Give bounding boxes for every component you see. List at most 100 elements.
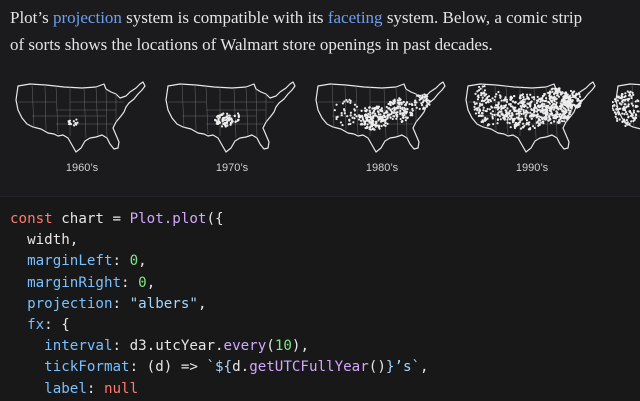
store-dot bbox=[379, 108, 382, 111]
store-dot bbox=[562, 100, 565, 103]
store-dot bbox=[481, 96, 484, 99]
store-dot bbox=[616, 111, 619, 114]
store-dot bbox=[491, 115, 494, 119]
store-dot bbox=[614, 115, 617, 118]
store-dot bbox=[569, 89, 573, 93]
store-dot bbox=[566, 102, 569, 105]
store-dot bbox=[545, 117, 548, 120]
store-dot bbox=[234, 120, 237, 123]
store-dot bbox=[404, 119, 407, 122]
store-dot bbox=[564, 103, 568, 107]
code-block[interactable]: const chart = Plot.plot({ width, marginL… bbox=[0, 196, 640, 401]
store-dot bbox=[216, 115, 219, 118]
store-dot bbox=[368, 106, 371, 109]
store-dot bbox=[625, 118, 628, 122]
code-text[interactable]: const chart = Plot.plot({ width, marginL… bbox=[0, 197, 640, 400]
store-dot bbox=[389, 109, 392, 112]
store-dot bbox=[499, 105, 502, 108]
store-dot bbox=[631, 104, 635, 107]
store-dot bbox=[622, 119, 626, 122]
store-dot bbox=[484, 109, 487, 113]
store-dot bbox=[542, 120, 545, 123]
store-dot bbox=[550, 104, 553, 108]
store-dot bbox=[521, 93, 525, 96]
store-dot bbox=[635, 116, 638, 120]
store-dot bbox=[521, 99, 524, 102]
store-dot bbox=[76, 121, 79, 124]
store-dot bbox=[385, 105, 388, 109]
store-dot bbox=[620, 103, 623, 106]
store-dot bbox=[349, 111, 353, 114]
facet-1980s: 1980’s bbox=[312, 70, 452, 180]
store-dot bbox=[404, 108, 407, 111]
store-dot bbox=[533, 108, 536, 111]
store-dot bbox=[378, 117, 381, 120]
store-dot bbox=[522, 110, 525, 114]
store-dot bbox=[521, 122, 525, 125]
store-dot bbox=[515, 125, 518, 128]
store-dot bbox=[366, 123, 369, 126]
store-dot bbox=[631, 91, 634, 94]
store-dot bbox=[623, 103, 626, 106]
store-dot bbox=[548, 106, 551, 110]
store-dot bbox=[565, 117, 568, 120]
store-dot bbox=[541, 104, 544, 107]
store-dot bbox=[402, 111, 405, 115]
store-dot bbox=[615, 117, 619, 120]
store-dot bbox=[526, 111, 530, 114]
store-dot bbox=[422, 99, 425, 103]
store-dot bbox=[498, 94, 501, 97]
store-dot bbox=[490, 106, 494, 109]
store-dot bbox=[479, 114, 482, 117]
store-dot bbox=[233, 114, 236, 117]
store-dot bbox=[520, 117, 523, 120]
projection-link[interactable]: projection bbox=[53, 8, 122, 27]
store-dot bbox=[519, 104, 522, 108]
store-dot bbox=[218, 116, 221, 119]
store-dot bbox=[577, 92, 580, 95]
store-dot bbox=[525, 119, 529, 122]
code-line-1: const chart = Plot.plot({ bbox=[10, 211, 224, 227]
store-dot bbox=[524, 104, 527, 108]
store-dot bbox=[425, 95, 428, 98]
store-dot bbox=[545, 110, 549, 113]
store-dot bbox=[533, 103, 537, 106]
store-dot bbox=[225, 115, 228, 118]
store-dot bbox=[551, 106, 554, 110]
store-dot bbox=[493, 106, 496, 109]
store-dot bbox=[477, 111, 480, 115]
store-dot bbox=[553, 114, 556, 117]
store-dot bbox=[529, 93, 532, 96]
store-dot bbox=[571, 99, 574, 102]
store-dot bbox=[386, 111, 389, 114]
store-dot bbox=[624, 94, 627, 98]
code-line-9: label: null bbox=[10, 380, 139, 397]
store-dot bbox=[358, 116, 362, 119]
store-dot bbox=[623, 113, 626, 116]
store-dot bbox=[524, 117, 527, 120]
store-dot bbox=[559, 104, 562, 108]
store-dot bbox=[577, 99, 581, 102]
store-dot bbox=[564, 97, 567, 100]
store-dot bbox=[631, 113, 634, 117]
store-dot bbox=[499, 96, 502, 99]
store-dot bbox=[522, 96, 525, 99]
store-dot bbox=[553, 93, 556, 96]
faceting-link[interactable]: faceting bbox=[328, 8, 383, 27]
store-dot bbox=[230, 118, 233, 121]
facet-label-1960s: 1960’s bbox=[65, 162, 99, 174]
store-dot bbox=[530, 108, 533, 111]
store-dot bbox=[575, 92, 578, 95]
store-dot bbox=[396, 99, 400, 102]
store-dot bbox=[612, 109, 615, 112]
store-dot bbox=[391, 101, 394, 104]
store-dot bbox=[502, 117, 506, 120]
store-dot bbox=[491, 97, 494, 100]
store-dot bbox=[477, 85, 481, 89]
intro-text-2: system is compatible with its bbox=[121, 8, 328, 27]
store-dot bbox=[474, 112, 478, 115]
store-dot bbox=[215, 122, 218, 125]
store-dot bbox=[483, 89, 487, 92]
store-dot bbox=[629, 90, 632, 93]
store-dot bbox=[569, 94, 572, 97]
